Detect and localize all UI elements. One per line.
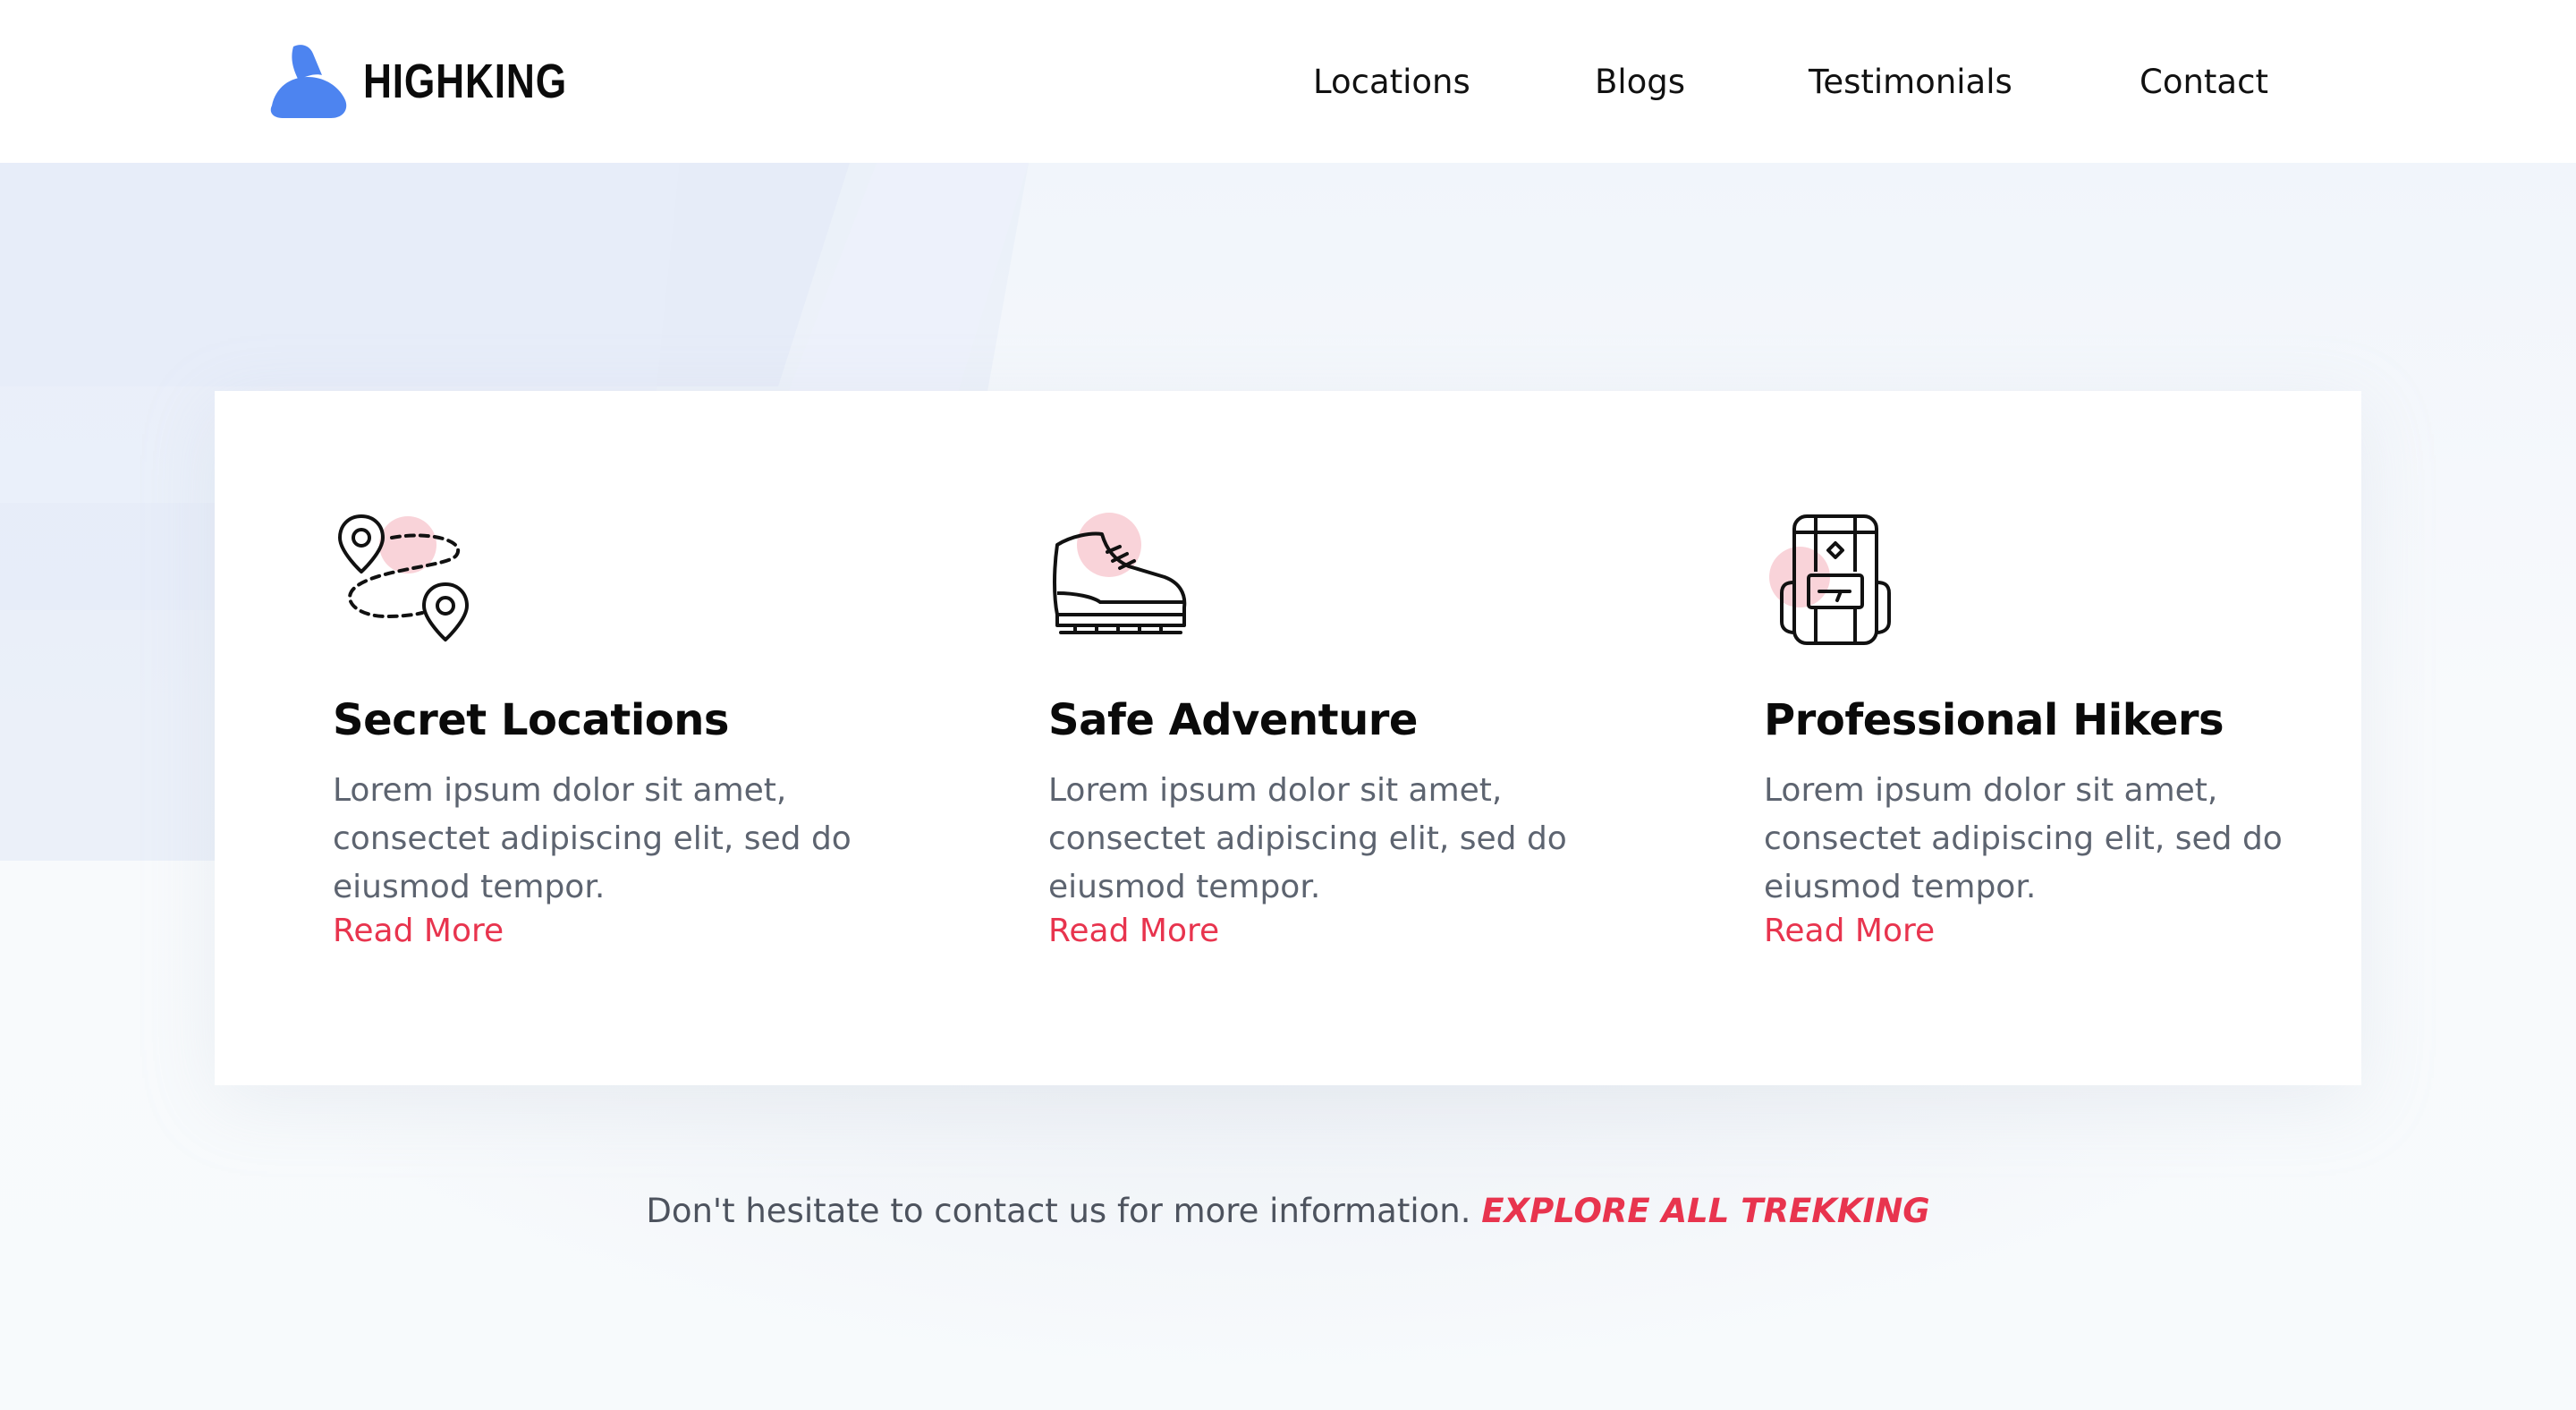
- feature-title: Secret Locations: [333, 695, 729, 745]
- site-header: HIGHKING Locations Blogs Testimonials Co…: [0, 0, 2576, 163]
- nav-blogs[interactable]: Blogs: [1595, 55, 1685, 109]
- feature-description: Lorem ipsum dolor sit amet, consectet ad…: [1048, 772, 1567, 905]
- read-more-link[interactable]: Read More: [333, 913, 504, 949]
- hiking-boot-icon: [1053, 513, 1187, 634]
- feature-description: Lorem ipsum dolor sit amet, consectet ad…: [333, 772, 852, 905]
- map-route-icon: [338, 514, 469, 641]
- brand-name: HIGHKING: [363, 55, 567, 108]
- backpack-icon: [1769, 514, 1891, 645]
- feature-description: Lorem ipsum dolor sit amet, consectet ad…: [1764, 772, 2283, 905]
- contact-cta-text: Don't hesitate to contact us for more in…: [646, 1192, 1471, 1230]
- contact-cta: Don't hesitate to contact us for more in…: [0, 1192, 2576, 1230]
- nav-contact[interactable]: Contact: [2140, 55, 2268, 109]
- feature-professional-hikers: Professional Hikers Lorem ipsum dolor si…: [1764, 391, 2318, 1085]
- feature-title: Professional Hikers: [1764, 695, 2224, 745]
- nav-locations[interactable]: Locations: [1313, 55, 1470, 109]
- read-more-link[interactable]: Read More: [1048, 913, 1219, 949]
- feature-safe-adventure: Safe Adventure Lorem ipsum dolor sit ame…: [1048, 391, 1603, 1085]
- mountain-logo-icon: [270, 45, 347, 118]
- feature-secret-locations: Secret Locations Lorem ipsum dolor sit a…: [333, 391, 887, 1085]
- nav-testimonials[interactable]: Testimonials: [1809, 55, 2012, 109]
- read-more-link[interactable]: Read More: [1764, 913, 1935, 949]
- features-card: Secret Locations Lorem ipsum dolor sit a…: [215, 391, 2361, 1085]
- brand-logo[interactable]: HIGHKING: [267, 43, 612, 120]
- feature-title: Safe Adventure: [1048, 695, 1418, 745]
- explore-all-trekking-link[interactable]: EXPLORE ALL TREKKING: [1481, 1192, 1929, 1230]
